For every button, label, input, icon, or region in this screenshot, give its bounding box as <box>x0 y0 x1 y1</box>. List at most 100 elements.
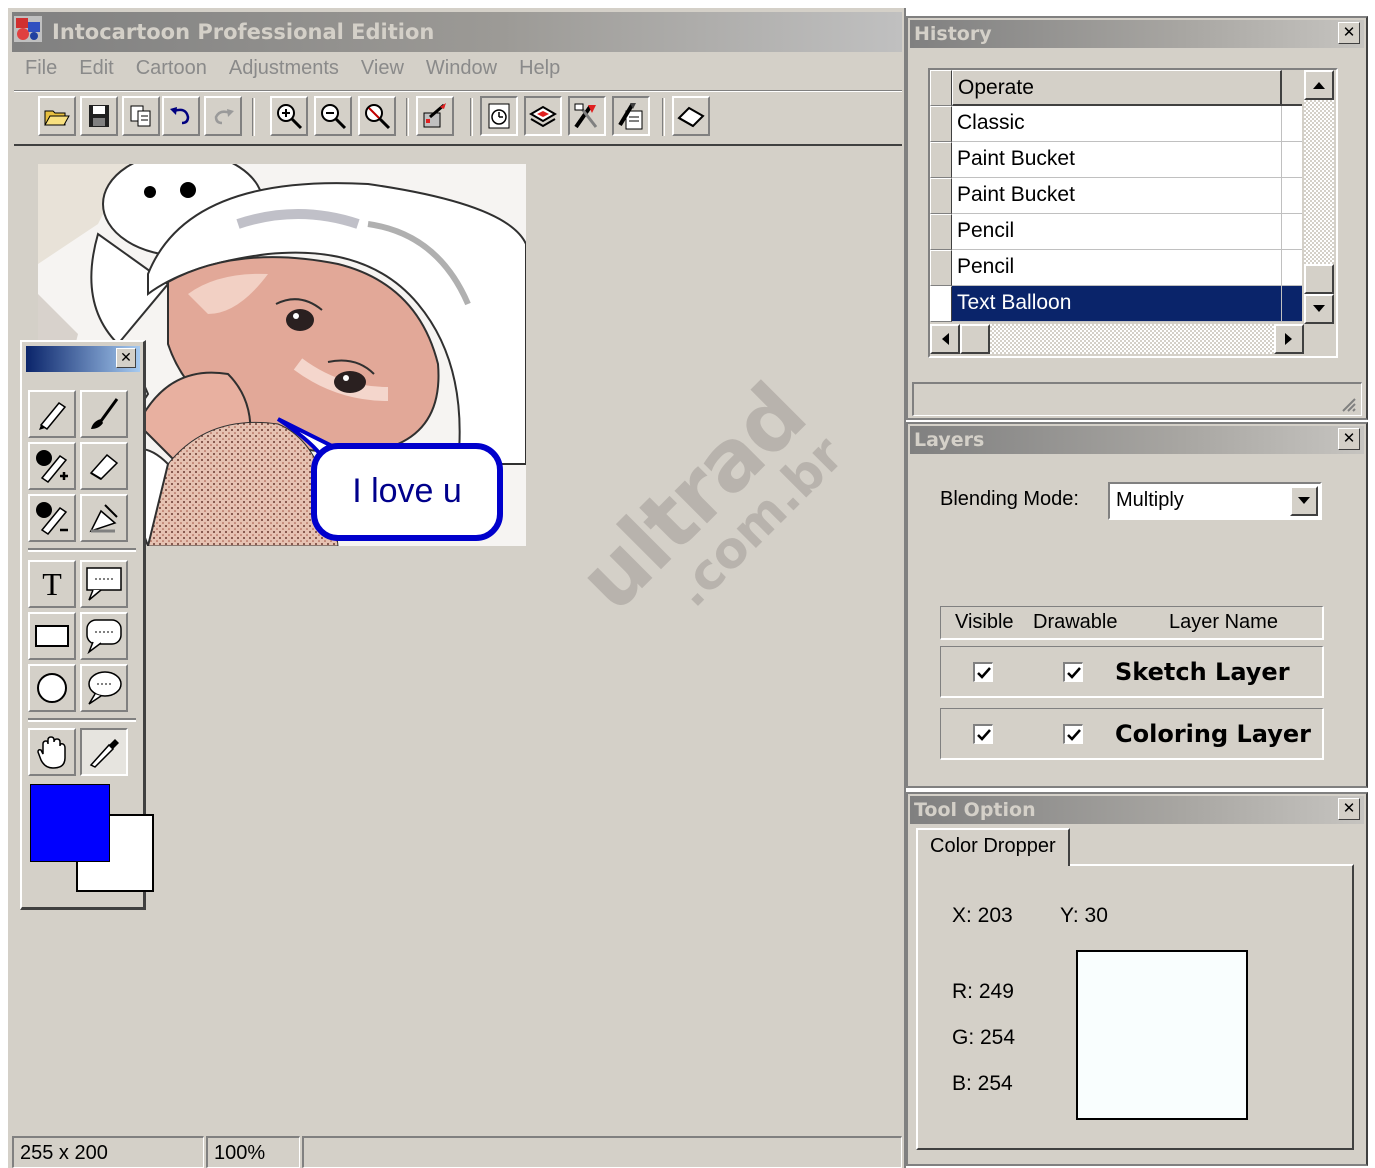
fill-tool[interactable] <box>80 494 128 542</box>
save-button[interactable] <box>80 96 118 136</box>
triangle-down-icon <box>1313 305 1325 312</box>
menu-help[interactable]: Help <box>508 52 571 86</box>
layers-title-bar[interactable]: Layers <box>910 426 1364 454</box>
tools-button[interactable] <box>568 96 606 136</box>
blending-mode-dropdown-button[interactable] <box>1290 486 1318 516</box>
zoom-fit-button[interactable] <box>358 96 396 136</box>
add-magic-icon <box>36 450 68 484</box>
history-row-label: Text Balloon <box>952 286 1282 322</box>
blending-mode-label: Blending Mode: <box>940 488 1079 510</box>
ellipse-tool[interactable] <box>28 664 76 712</box>
tool-option-close-button[interactable]: ✕ <box>1338 798 1360 820</box>
rectangle-tool[interactable] <box>28 612 76 660</box>
zoom-in-button[interactable] <box>270 96 308 136</box>
triangle-up-icon <box>1313 82 1325 89</box>
remove-magic-tool[interactable] <box>28 494 76 542</box>
drawable-checkbox[interactable] <box>1063 724 1083 744</box>
menu-adjustments[interactable]: Adjustments <box>218 52 350 86</box>
balloon-rect-tool[interactable] <box>80 560 128 608</box>
toolbar-divider <box>470 98 473 136</box>
history-row[interactable]: Pencil <box>930 214 1302 250</box>
status-zoom: 100% <box>206 1136 300 1168</box>
app-icon[interactable] <box>14 16 42 42</box>
visible-checkbox[interactable] <box>973 724 993 744</box>
triangle-right-icon <box>1285 333 1292 345</box>
column-drawable: Drawable <box>1033 611 1118 633</box>
history-scroll-up-button[interactable] <box>1304 70 1334 100</box>
history-icon <box>488 103 510 129</box>
hand-tool[interactable] <box>28 728 76 776</box>
history-hscroll-thumb[interactable] <box>960 324 990 354</box>
title-bar[interactable]: Intocartoon Professional Edition <box>12 12 902 52</box>
menu-edit[interactable]: Edit <box>68 52 124 86</box>
history-column-header[interactable]: Operate <box>952 70 1282 106</box>
history-row[interactable]: Paint Bucket <box>930 142 1302 178</box>
redo-icon <box>214 109 234 125</box>
menu-file[interactable]: File <box>14 52 68 86</box>
options-button[interactable] <box>612 96 650 136</box>
visible-checkbox[interactable] <box>973 662 993 682</box>
foreground-color-swatch[interactable] <box>30 784 110 862</box>
toolbox-close-button[interactable]: ✕ <box>116 348 136 368</box>
copy-button[interactable] <box>122 96 160 136</box>
toolbox-divider <box>28 718 136 722</box>
menu-view[interactable]: View <box>350 52 415 86</box>
resize-grip-icon[interactable] <box>1339 395 1357 413</box>
zoom-out-button[interactable] <box>314 96 352 136</box>
menu-window[interactable]: Window <box>415 52 508 86</box>
color-red-value: R: 249 <box>952 980 1014 1003</box>
close-icon: ✕ <box>1342 800 1356 817</box>
save-icon <box>89 105 109 127</box>
undo-button[interactable] <box>162 96 200 136</box>
history-row-selected[interactable]: Text Balloon <box>930 286 1302 322</box>
layer-list-header: Visible Drawable Layer Name <box>940 606 1324 640</box>
history-row-label: Paint Bucket <box>952 142 1282 178</box>
history-close-button[interactable]: ✕ <box>1338 22 1360 44</box>
history-row[interactable]: Paint Bucket <box>930 178 1302 214</box>
pencil-icon <box>39 401 67 431</box>
history-hscroll-track[interactable] <box>990 324 1274 354</box>
zoom-fit-icon <box>365 104 391 130</box>
checkmark-icon <box>976 728 991 741</box>
history-scroll-down-button[interactable] <box>1304 294 1334 324</box>
brush-icon <box>91 398 119 429</box>
add-magic-tool[interactable] <box>28 442 76 490</box>
dropper-tool[interactable] <box>80 728 128 776</box>
pencil-tool[interactable] <box>28 390 76 438</box>
history-row[interactable]: Classic <box>930 106 1302 142</box>
coordinate-x: X: 203 <box>952 904 1013 927</box>
coordinate-y: Y: 30 <box>1060 904 1108 927</box>
zoom-in-icon <box>277 104 303 130</box>
eraser-button[interactable] <box>672 96 710 136</box>
balloon-round-tool[interactable] <box>80 612 128 660</box>
redo-button[interactable] <box>204 96 242 136</box>
history-button[interactable] <box>480 96 518 136</box>
tab-color-dropper[interactable]: Color Dropper <box>916 828 1070 866</box>
history-vscroll-track[interactable] <box>1304 100 1334 264</box>
layer-row-sketch[interactable]: Sketch Layer <box>940 646 1324 698</box>
eraser-tool[interactable] <box>80 442 128 490</box>
history-row[interactable]: Pencil <box>930 250 1302 286</box>
color-green-value: G: 254 <box>952 1026 1016 1049</box>
history-title-bar[interactable]: History <box>910 20 1364 48</box>
layers-button[interactable] <box>524 96 562 136</box>
drawable-checkbox[interactable] <box>1063 662 1083 682</box>
layer-row-coloring[interactable]: Coloring Layer <box>940 708 1324 760</box>
menu-divider <box>14 90 902 92</box>
text-tool[interactable]: T <box>28 560 76 608</box>
history-scroll-right-button[interactable] <box>1274 324 1304 354</box>
fill-icon <box>89 504 118 533</box>
tool-option-title-bar[interactable]: Tool Option <box>910 796 1364 824</box>
tools-icon <box>574 103 598 129</box>
layers-close-button[interactable]: ✕ <box>1338 428 1360 450</box>
open-button[interactable] <box>38 96 76 136</box>
history-row-label: Pencil <box>952 214 1282 250</box>
balloon-thought-tool[interactable] <box>80 664 128 712</box>
balloon-rect-icon <box>86 567 122 601</box>
cartoon-button[interactable] <box>416 96 454 136</box>
history-vscroll-thumb[interactable] <box>1304 264 1334 294</box>
menu-cartoon[interactable]: Cartoon <box>125 52 218 86</box>
blending-mode-select[interactable]: Multiply <box>1108 482 1322 520</box>
history-scroll-left-button[interactable] <box>930 324 960 354</box>
brush-tool[interactable] <box>80 390 128 438</box>
